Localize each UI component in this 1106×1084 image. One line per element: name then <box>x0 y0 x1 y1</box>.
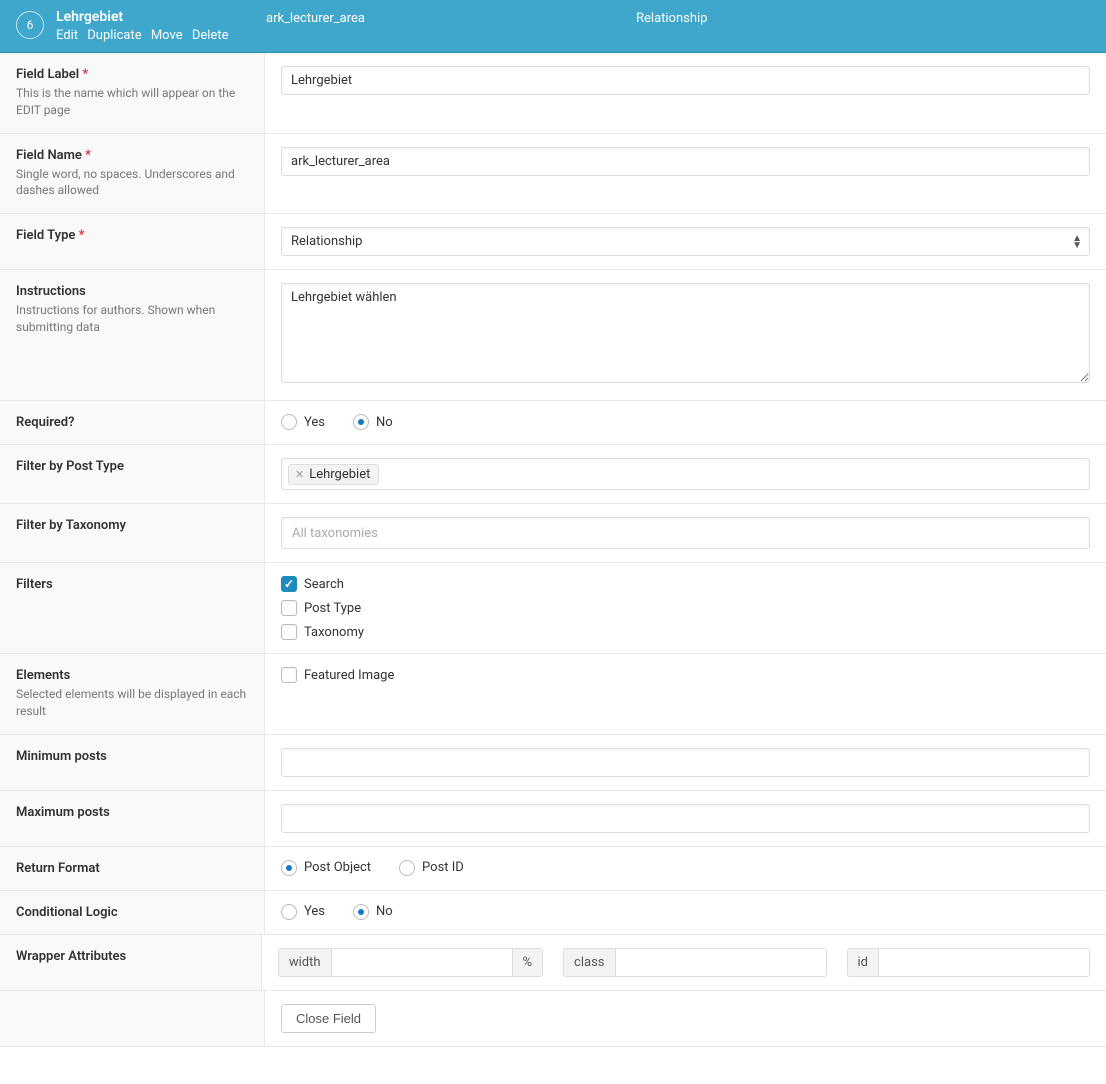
wrapper-width: width % <box>278 948 543 977</box>
field-order-badge[interactable]: 6 <box>16 11 44 39</box>
row-instructions: Instructions Instructions for authors. S… <box>0 270 1106 401</box>
row-required: Required? Yes No <box>0 401 1106 445</box>
radio-icon <box>281 860 297 876</box>
header-actions: Edit Duplicate Move Delete <box>56 28 266 43</box>
radio-icon <box>353 414 369 430</box>
element-featured-image-option[interactable]: Featured Image <box>281 667 1090 683</box>
filter-post-type-option[interactable]: Post Type <box>281 600 1090 616</box>
wrapper-width-suffix: % <box>512 949 543 976</box>
required-no-option[interactable]: No <box>353 414 393 430</box>
required-yes-option[interactable]: Yes <box>281 414 325 430</box>
header-field-name: ark_lecturer_area <box>266 9 636 26</box>
required-asterisk: * <box>82 67 88 82</box>
max-posts-input[interactable] <box>281 804 1090 833</box>
remove-tag-icon[interactable]: ✕ <box>295 468 304 481</box>
return-post-object-option[interactable]: Post Object <box>281 860 371 876</box>
field-name-input[interactable] <box>281 147 1090 176</box>
row-field-label: Field Label * This is the name which wil… <box>0 53 1106 134</box>
desc-field-label: This is the name which will appear on th… <box>16 85 248 119</box>
min-posts-input[interactable] <box>281 748 1090 777</box>
radio-icon <box>353 904 369 920</box>
wrapper-width-input[interactable] <box>332 949 512 976</box>
desc-elements: Selected elements will be displayed in e… <box>16 686 248 720</box>
label-required: Required? <box>16 415 75 430</box>
required-asterisk: * <box>85 148 91 163</box>
required-asterisk: * <box>79 228 85 243</box>
filter-search-option[interactable]: Search <box>281 576 1090 592</box>
row-wrapper-attributes: Wrapper Attributes width % class id <box>0 935 1106 991</box>
label-filters: Filters <box>16 577 53 592</box>
desc-instructions: Instructions for authors. Shown when sub… <box>16 302 248 336</box>
close-field-button[interactable]: Close Field <box>281 1004 376 1033</box>
checkbox-icon <box>281 600 297 616</box>
wrapper-id-input[interactable] <box>879 949 1089 976</box>
row-filters: Filters Search Post Type Taxonomy <box>0 563 1106 654</box>
post-type-tag: ✕ Lehrgebiet <box>288 464 379 485</box>
delete-link[interactable]: Delete <box>192 28 229 43</box>
label-conditional-logic: Conditional Logic <box>16 905 118 920</box>
label-filter-post-type: Filter by Post Type <box>16 459 124 474</box>
header-field-type: Relationship <box>636 9 1090 26</box>
return-post-id-option[interactable]: Post ID <box>399 860 464 876</box>
wrapper-id: id <box>847 948 1091 977</box>
duplicate-link[interactable]: Duplicate <box>87 28 141 43</box>
label-max-posts: Maximum posts <box>16 805 110 820</box>
row-elements: Elements Selected elements will be displ… <box>0 654 1106 735</box>
checkbox-icon <box>281 667 297 683</box>
row-return-format: Return Format Post Object Post ID <box>0 847 1106 891</box>
field-label-input[interactable] <box>281 66 1090 95</box>
wrapper-class-input[interactable] <box>616 949 826 976</box>
taxonomy-placeholder: All taxonomies <box>288 524 382 543</box>
row-filter-taxonomy: Filter by Taxonomy All taxonomies <box>0 504 1106 563</box>
filter-post-type-input[interactable]: ✕ Lehrgebiet <box>281 458 1090 490</box>
desc-field-name: Single word, no spaces. Underscores and … <box>16 166 248 200</box>
label-min-posts: Minimum posts <box>16 749 107 764</box>
wrapper-class: class <box>563 948 826 977</box>
conditional-no-option[interactable]: No <box>353 904 393 920</box>
label-instructions: Instructions <box>16 284 86 299</box>
move-link[interactable]: Move <box>151 28 183 43</box>
checkbox-icon <box>281 576 297 592</box>
filter-taxonomy-input[interactable]: All taxonomies <box>281 517 1090 549</box>
label-return-format: Return Format <box>16 861 100 876</box>
label-field-name: Field Name <box>16 148 82 163</box>
label-field-type: Field Type <box>16 228 75 243</box>
instructions-textarea[interactable]: Lehrgebiet wählen <box>281 283 1090 383</box>
radio-icon <box>281 904 297 920</box>
wrapper-class-label: class <box>564 949 615 976</box>
wrapper-id-label: id <box>848 949 880 976</box>
checkbox-icon <box>281 624 297 640</box>
edit-link[interactable]: Edit <box>56 28 78 43</box>
filter-taxonomy-option[interactable]: Taxonomy <box>281 624 1090 640</box>
field-header: 6 Lehrgebiet Edit Duplicate Move Delete … <box>0 0 1106 53</box>
label-wrapper-attributes: Wrapper Attributes <box>16 949 126 964</box>
radio-icon <box>399 860 415 876</box>
row-field-type: Field Type * Relationship ▲▼ <box>0 214 1106 270</box>
row-min-posts: Minimum posts <box>0 735 1106 791</box>
row-filter-post-type: Filter by Post Type ✕ Lehrgebiet <box>0 445 1106 504</box>
radio-icon <box>281 414 297 430</box>
conditional-yes-option[interactable]: Yes <box>281 904 325 920</box>
header-title: Lehrgebiet <box>56 9 266 25</box>
label-elements: Elements <box>16 668 70 683</box>
row-close-field: Close Field <box>0 991 1106 1047</box>
wrapper-width-label: width <box>279 949 332 976</box>
label-filter-taxonomy: Filter by Taxonomy <box>16 518 126 533</box>
row-max-posts: Maximum posts <box>0 791 1106 847</box>
label-field-label: Field Label <box>16 67 79 82</box>
row-field-name: Field Name * Single word, no spaces. Und… <box>0 134 1106 215</box>
field-type-select[interactable]: Relationship <box>281 227 1090 256</box>
row-conditional-logic: Conditional Logic Yes No <box>0 891 1106 935</box>
